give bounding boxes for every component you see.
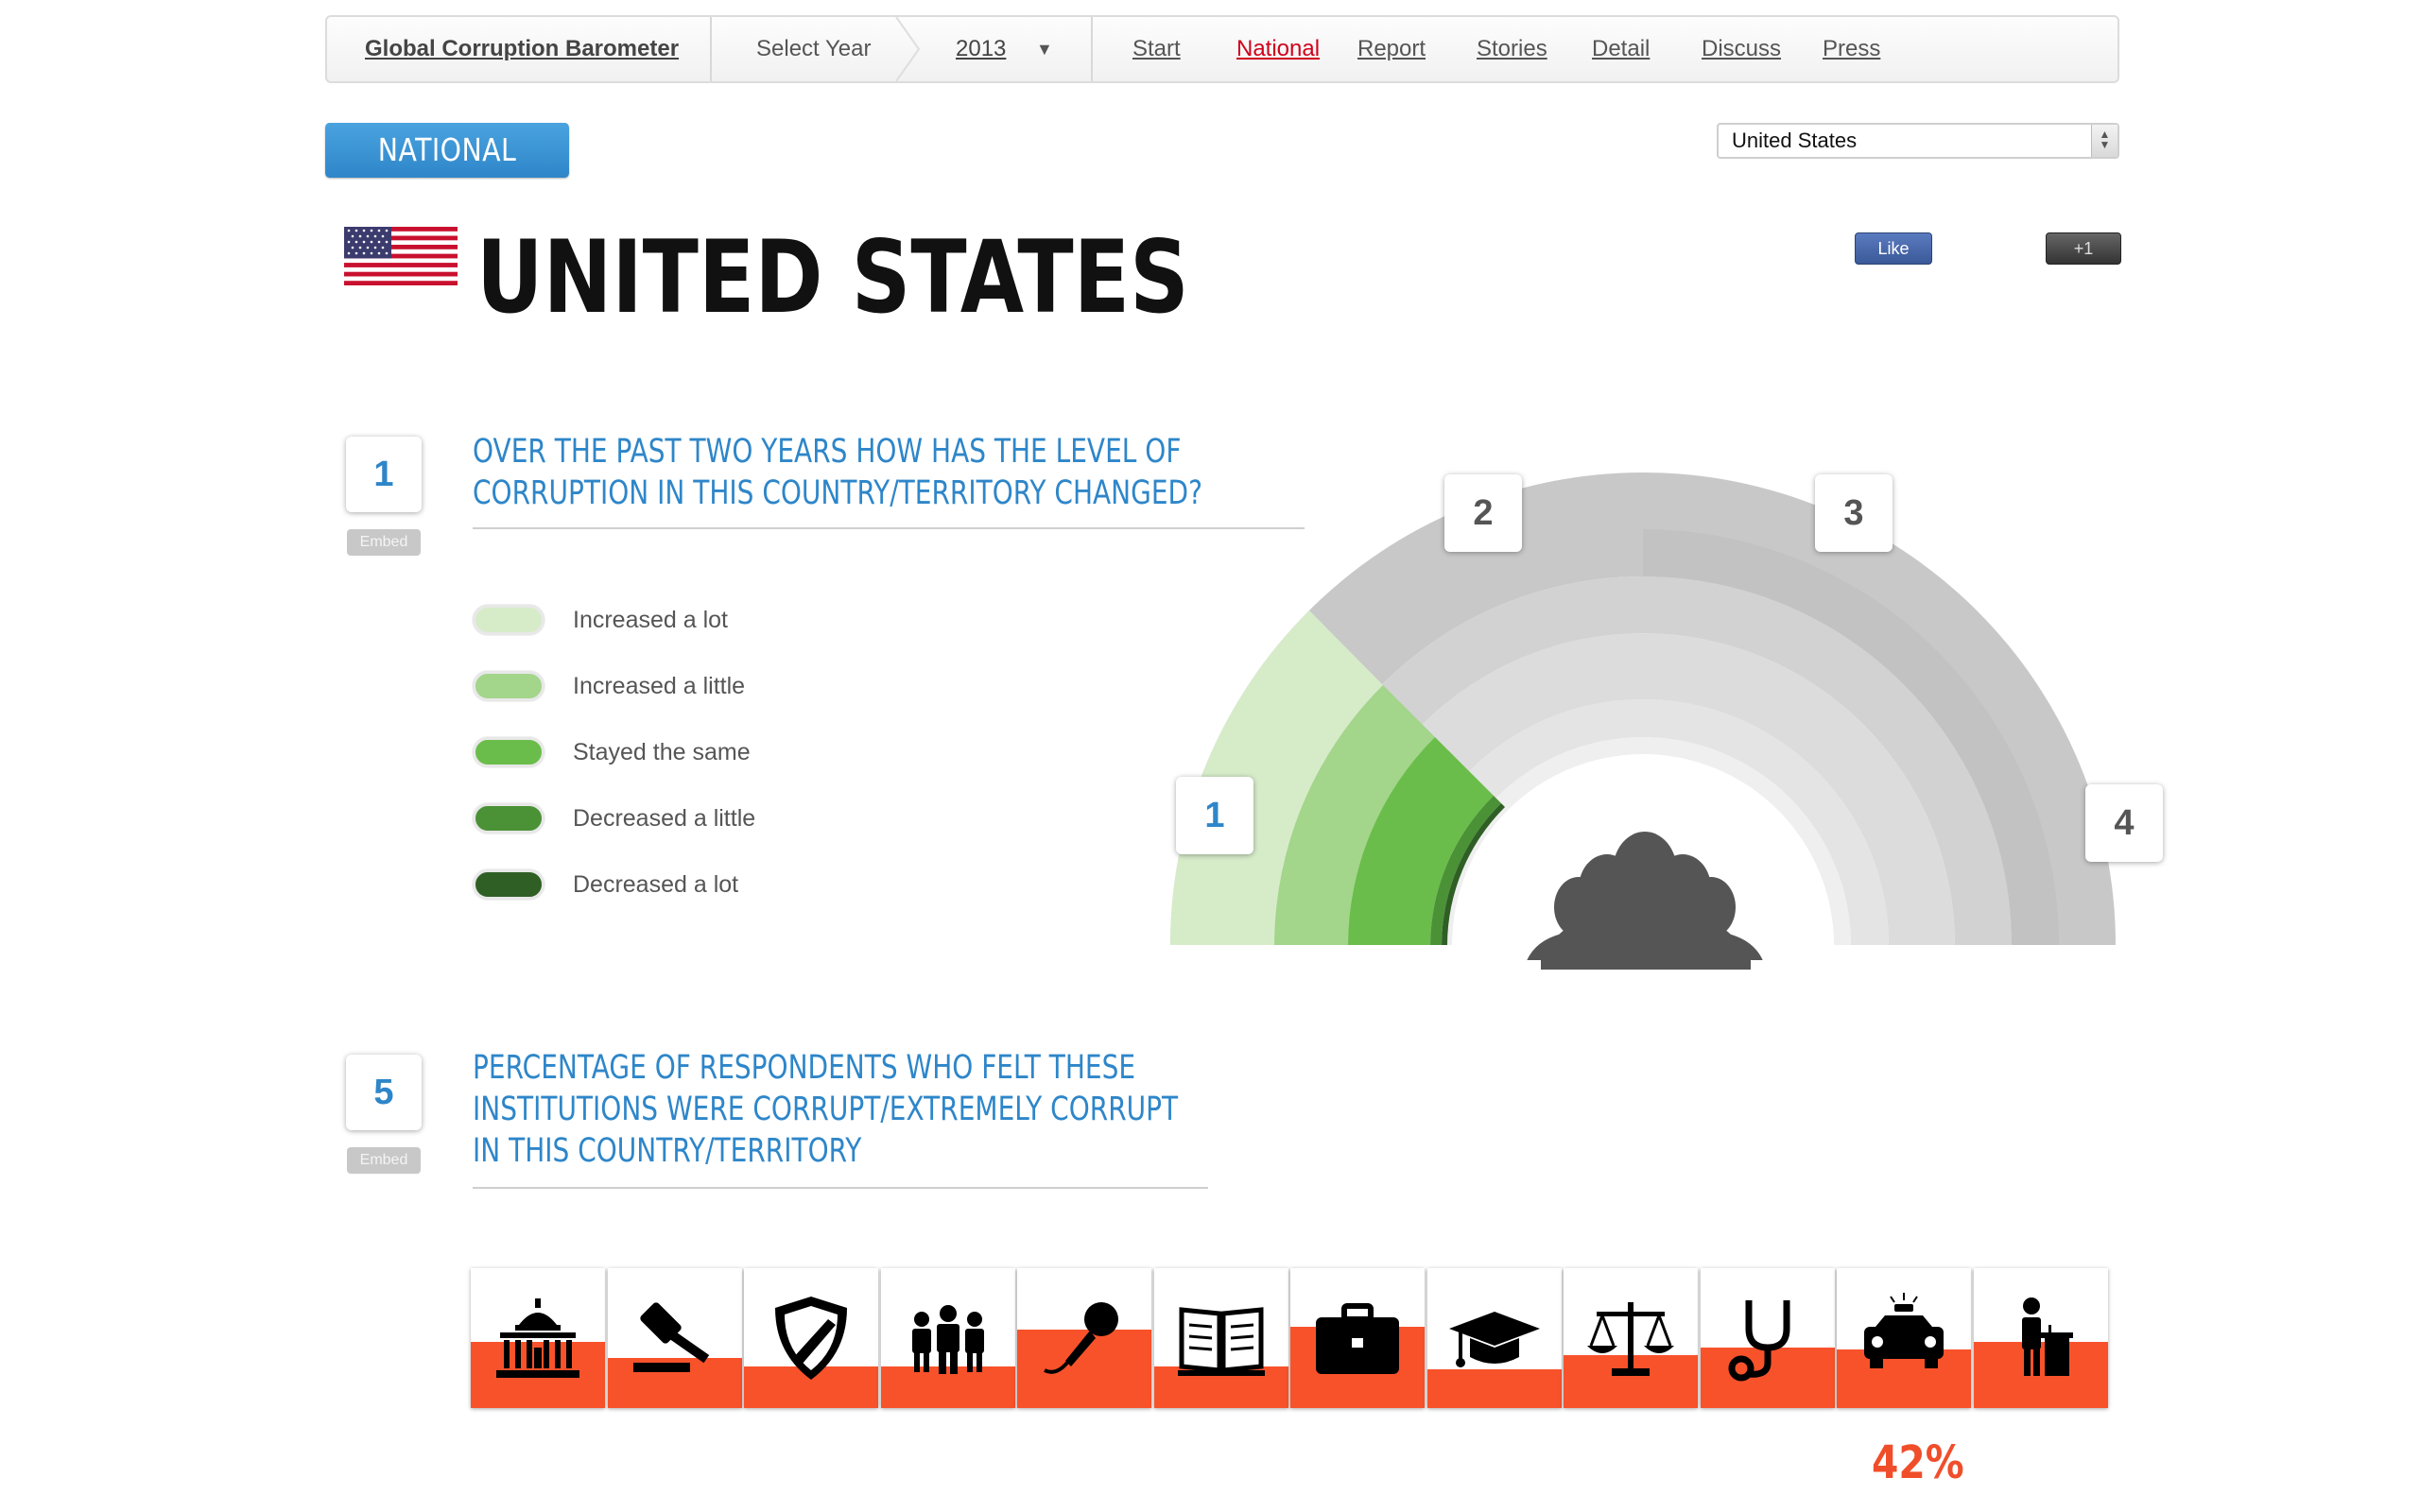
question-5-title-line: PERCENTAGE OF RESPONDENTS WHO FELT THESE [473,1049,1136,1087]
nav-link-stories[interactable]: Stories [1477,17,1547,81]
question-1-number: 1 [346,437,422,512]
nav-link-detail[interactable]: Detail [1592,17,1650,81]
country-title: UNITED STATES [476,219,1189,335]
scales-icon [1587,1302,1674,1376]
question-5-number: 5 [346,1055,422,1130]
arc-label-3[interactable]: 3 [1815,474,1893,552]
institution-tile-business[interactable] [1290,1268,1425,1408]
official-podium-icon [2021,1297,2073,1376]
microphone-icon [1044,1302,1118,1374]
arc-label-4[interactable]: 4 [2085,784,2163,862]
arc-label-2[interactable]: 2 [1444,474,1522,552]
legend-label: Decreased a little [573,804,756,832]
graduation-cap-icon [1448,1312,1540,1367]
chevron-down-icon[interactable]: ▼ [1036,17,1053,81]
legend-item[interactable]: Stayed the same [473,735,751,769]
embed-button[interactable]: Embed [347,1147,421,1174]
legend-label: Increased a little [573,672,746,699]
country-select-value: United States [1732,129,1858,152]
arc-label-1[interactable]: 1 [1176,777,1253,854]
top-nav-bar: Global Corruption Barometer Select Year … [325,15,2119,83]
question-5-title: PERCENTAGE OF RESPONDENTS WHO FELT THESE… [473,1047,1178,1172]
country-select[interactable]: United States ▲ ▼ [1717,123,2119,159]
institution-tile-judiciary[interactable] [607,1268,742,1408]
year-dropdown[interactable]: 2013 [956,17,1006,81]
police-shield-icon [775,1297,847,1380]
institution-tile-ngos[interactable] [880,1268,1015,1408]
nav-link-report[interactable]: Report [1357,17,1426,81]
briefcase-icon [1316,1303,1399,1374]
parliament-icon [496,1298,579,1378]
institution-tile-judicial-system[interactable] [1564,1268,1698,1408]
people-silhouette-base [1541,960,1751,970]
nav-link-national[interactable]: National [1236,17,1320,81]
legend-label: Decreased a lot [573,870,739,898]
question-5-title-line: IN THIS COUNTRY/TERRITORY [473,1132,862,1170]
institution-tile-public-officials[interactable] [1973,1268,2108,1408]
corruption-change-arc-chart [1134,472,2174,983]
nav-link-start[interactable]: Start [1132,17,1181,81]
legend-label: Increased a lot [573,606,728,633]
legend-item[interactable]: Increased a little [473,669,745,703]
legend-swatch [473,605,544,635]
select-year-label: Select Year [756,36,872,61]
institutions-row [471,1268,2114,1410]
nav-divider [710,17,712,81]
question-1-title-line: OVER THE PAST TWO YEARS HOW HAS THE LEVE… [473,433,1182,471]
stethoscope-icon [1728,1300,1789,1382]
legend-swatch [473,803,544,833]
institution-tile-media[interactable] [1017,1268,1151,1408]
gavel-icon [632,1302,709,1372]
car-icon [1864,1293,1944,1368]
select-arrows-icon[interactable]: ▲ ▼ [2091,125,2118,157]
institution-tile-police[interactable] [744,1268,878,1408]
brand-link[interactable]: Global Corruption Barometer [365,17,679,81]
legend-item[interactable]: Decreased a lot [473,868,738,902]
institution-percent-readout: 42% [1872,1436,1964,1489]
question-1-title-line: CORRUPTION IN THIS COUNTRY/TERRITORY CHA… [473,474,1202,512]
facebook-like-button[interactable]: Like [1855,232,1932,265]
google-plus-button[interactable]: +1 [2046,232,2121,265]
book-icon [1177,1307,1265,1376]
chevron-separator-icon [895,17,921,81]
question-5-title-line: INSTITUTIONS WERE CORRUPT/EXTREMELY CORR… [473,1091,1179,1128]
question-1-title: OVER THE PAST TWO YEARS HOW HAS THE LEVE… [473,431,1202,514]
legend-item[interactable]: Increased a lot [473,603,728,637]
nav-link-press[interactable]: Press [1823,17,1880,81]
legend-item[interactable]: Decreased a little [473,801,755,835]
nav-link-discuss[interactable]: Discuss [1702,17,1781,81]
institution-tile-police-services[interactable] [1837,1268,1971,1408]
institution-tile-parliament[interactable] [471,1268,605,1408]
embed-button[interactable]: Embed [347,529,421,556]
legend-swatch [473,737,544,767]
us-flag-icon [344,227,458,285]
legend-swatch [473,869,544,900]
institution-tile-education-system[interactable] [1426,1268,1562,1408]
institution-tile-medical[interactable] [1700,1268,1835,1408]
national-results-badge: NATIONAL RESULTS [325,123,569,223]
people-group-icon [911,1305,984,1374]
legend-swatch [473,671,544,701]
legend-label: Stayed the same [573,738,751,765]
divider [473,1187,1208,1189]
institution-tile-education[interactable] [1153,1268,1288,1408]
nav-divider [1091,17,1093,81]
